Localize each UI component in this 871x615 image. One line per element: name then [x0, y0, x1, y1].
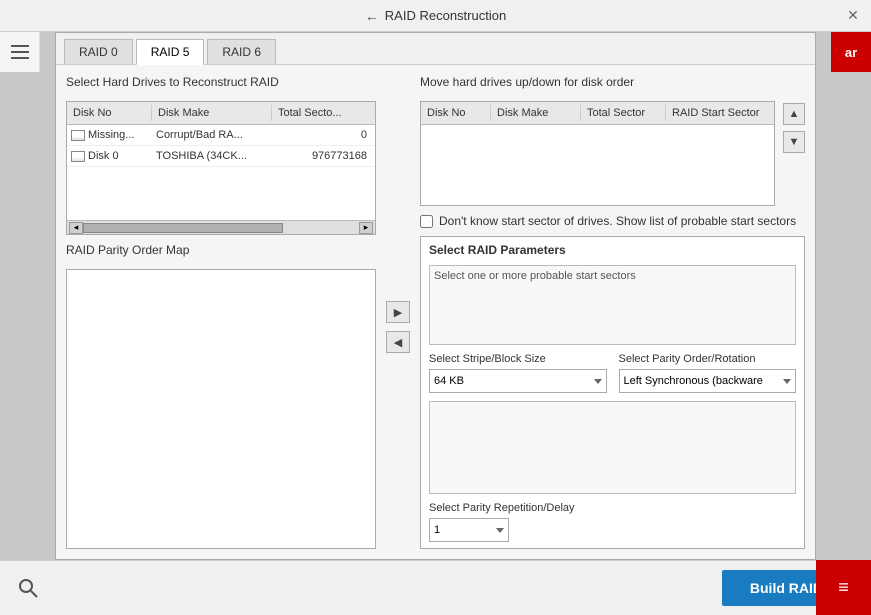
scroll-left-arrow[interactable]: ◂ — [69, 222, 83, 234]
col-right-total-sector: Total Sector — [581, 105, 666, 121]
repetition-select[interactable]: 1 2 3 — [429, 518, 509, 542]
repetition-label: Select Parity Repetition/Delay — [429, 502, 796, 514]
brand-bar: ar — [831, 32, 871, 72]
parity-order-label: Select Parity Order/Rotation — [619, 353, 797, 365]
stripe-label: Select Stripe/Block Size — [429, 353, 607, 365]
hamburger-menu[interactable] — [0, 32, 40, 72]
main-dialog: RAID 0 RAID 5 RAID 6 Select Hard Drives … — [55, 32, 816, 560]
parity-order-group: Select Parity Order/Rotation Left Synchr… — [619, 353, 797, 393]
row1-total-sector: 976773168 — [272, 148, 375, 164]
hamburger-icon — [11, 45, 29, 59]
brand-text: ar — [845, 45, 857, 60]
stripe-select[interactable]: 64 KB — [429, 369, 607, 393]
tab-raid0[interactable]: RAID 0 — [64, 39, 133, 64]
row1-disk-no: Disk 0 — [67, 148, 152, 164]
close-button[interactable]: ✕ — [843, 6, 863, 26]
bottom-bar: Build RAID — [0, 560, 871, 615]
parity-order-select[interactable]: Left Synchronous (backware — [619, 369, 797, 393]
brand-right-icon: ≡ — [838, 577, 849, 598]
col-right-disk-make: Disk Make — [491, 105, 581, 121]
remove-from-right-button[interactable]: ◀ — [386, 331, 410, 353]
title-bar: ← RAID Reconstruction ✕ — [0, 0, 871, 32]
row1-disk-make: TOSHIBA (34CK... — [152, 148, 272, 164]
move-up-button[interactable]: ▲ — [783, 103, 805, 125]
row0-total-sector: 0 — [272, 127, 375, 143]
unknown-sector-checkbox[interactable] — [420, 215, 433, 228]
content-area: Select Hard Drives to Reconstruct RAID D… — [56, 65, 815, 559]
select-drives-label: Select Hard Drives to Reconstruct RAID — [66, 75, 376, 89]
move-drives-label: Move hard drives up/down for disk order — [420, 75, 805, 89]
unknown-sector-label: Don't know start sector of drives. Show … — [439, 214, 796, 228]
row0-disk-no: Missing... — [67, 127, 152, 143]
up-down-arrows: ▲ ▼ — [783, 101, 805, 206]
right-top-area: Disk No Disk Make Total Sector RAID Star… — [420, 101, 805, 206]
middle-arrows: ▶ ◀ — [386, 75, 410, 549]
back-icon: ← — [365, 8, 379, 24]
right-table-header: Disk No Disk Make Total Sector RAID Star… — [421, 102, 774, 125]
raid-params-label: Select RAID Parameters — [429, 243, 796, 257]
horizontal-scrollbar[interactable]: ◂ ▸ — [67, 220, 375, 234]
unknown-sector-row: Don't know start sector of drives. Show … — [420, 214, 805, 228]
scrollbar-thumb[interactable] — [83, 223, 283, 233]
disk-icon-missing — [71, 130, 85, 141]
raid-parameters-panel: Select RAID Parameters Select one or mor… — [420, 236, 805, 549]
tab-raid6[interactable]: RAID 6 — [207, 39, 276, 64]
col-total-sector: Total Secto... — [272, 105, 375, 121]
search-icon — [18, 578, 38, 598]
disk-icon-0 — [71, 151, 85, 162]
search-icon-bar[interactable] — [0, 560, 55, 615]
scroll-right-arrow[interactable]: ▸ — [359, 222, 373, 234]
col-disk-no: Disk No — [67, 105, 152, 121]
col-disk-make: Disk Make — [152, 105, 272, 121]
start-sectors-box: Select one or more probable start sector… — [429, 265, 796, 345]
table-row[interactable]: Disk 0 TOSHIBA (34CK... 976773168 — [67, 146, 375, 167]
table-row[interactable]: Missing... Corrupt/Bad RA... 0 — [67, 125, 375, 146]
tab-raid5[interactable]: RAID 5 — [136, 39, 205, 65]
select-row-1: Select Stripe/Block Size 64 KB Select Pa… — [429, 353, 796, 393]
col-right-start-sector: RAID Start Sector — [666, 105, 774, 121]
move-down-button[interactable]: ▼ — [783, 131, 805, 153]
bottom-params: Select Parity Repetition/Delay 1 2 3 — [429, 502, 796, 542]
large-empty-area — [429, 401, 796, 494]
tab-bar: RAID 0 RAID 5 RAID 6 — [56, 33, 815, 65]
dialog-title: RAID Reconstruction — [385, 8, 506, 23]
right-drives-table: Disk No Disk Make Total Sector RAID Star… — [420, 101, 775, 206]
drives-table: Disk No Disk Make Total Secto... Missing… — [66, 101, 376, 235]
parity-map — [66, 269, 376, 549]
stripe-group: Select Stripe/Block Size 64 KB — [429, 353, 607, 393]
brand-right: ≡ — [816, 560, 871, 615]
title-bar-controls: ✕ — [843, 6, 863, 26]
add-to-right-button[interactable]: ▶ — [386, 301, 410, 323]
drives-table-body: Missing... Corrupt/Bad RA... 0 Disk 0 TO… — [67, 125, 375, 220]
drives-table-header: Disk No Disk Make Total Secto... — [67, 102, 375, 125]
start-sectors-hint: Select one or more probable start sector… — [434, 270, 791, 282]
parity-map-label: RAID Parity Order Map — [66, 243, 376, 257]
right-table-body — [421, 125, 774, 205]
title-bar-content: ← RAID Reconstruction — [365, 8, 506, 24]
right-panel: Move hard drives up/down for disk order … — [420, 75, 805, 549]
col-right-disk-no: Disk No — [421, 105, 491, 121]
left-panel: Select Hard Drives to Reconstruct RAID D… — [66, 75, 376, 549]
row0-disk-make: Corrupt/Bad RA... — [152, 127, 272, 143]
